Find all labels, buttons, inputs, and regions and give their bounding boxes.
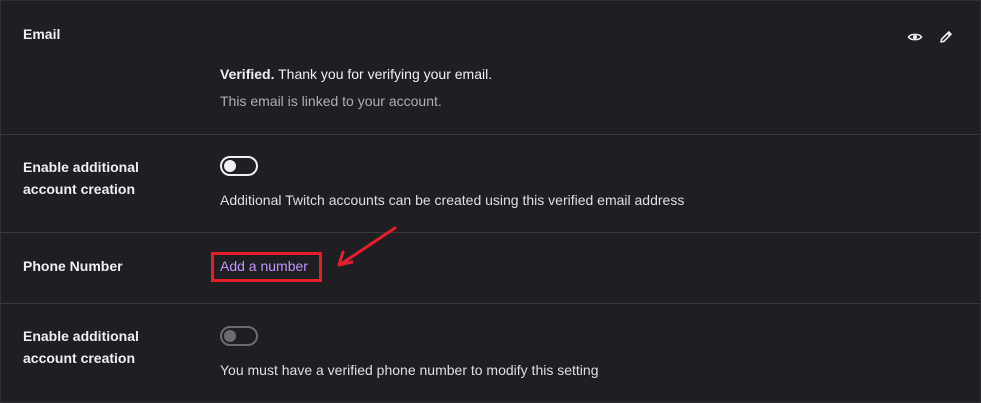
phone-row: Phone Number Add a number: [1, 226, 980, 304]
phone-additional-label: Enable additional account creation: [23, 325, 139, 369]
email-label: Email: [23, 26, 61, 42]
eye-icon: [907, 33, 923, 41]
phone-additional-description: You must have a verified phone number to…: [220, 362, 599, 378]
verified-text: Verified. Thank you for verifying your e…: [220, 64, 492, 84]
email-row: Email Verified. Thank you for verifying …: [1, 1, 980, 135]
verified-bold: Verified.: [220, 66, 275, 82]
edit-email-button[interactable]: [936, 27, 956, 47]
email-additional-accounts-row: Enable additional account creation Addit…: [1, 134, 980, 233]
email-status: Verified. Thank you for verifying your e…: [220, 64, 492, 111]
email-linked-note: This email is linked to your account.: [220, 93, 442, 109]
toggle-knob: [224, 160, 236, 172]
email-additional-label-line2: account creation: [23, 181, 136, 197]
pencil-icon: [940, 31, 952, 43]
account-settings-panel: Email Verified. Thank you for verifying …: [0, 0, 981, 403]
phone-additional-label-line2: account creation: [23, 350, 136, 366]
add-phone-number-link[interactable]: Add a number: [220, 256, 308, 276]
toggle-knob: [224, 330, 236, 342]
show-email-button[interactable]: [905, 27, 925, 47]
verified-rest: Thank you for verifying your email.: [274, 66, 493, 82]
phone-additional-toggle[interactable]: [220, 326, 258, 346]
phone-label: Phone Number: [23, 258, 123, 274]
arrow-icon: [337, 226, 397, 267]
email-additional-description: Additional Twitch accounts can be create…: [220, 192, 685, 208]
phone-additional-accounts-row: Enable additional account creation You m…: [1, 303, 980, 402]
email-additional-label-line1: Enable additional: [23, 159, 139, 175]
email-additional-label: Enable additional account creation: [23, 156, 139, 200]
email-additional-toggle[interactable]: [220, 156, 258, 176]
phone-additional-label-line1: Enable additional: [23, 328, 139, 344]
